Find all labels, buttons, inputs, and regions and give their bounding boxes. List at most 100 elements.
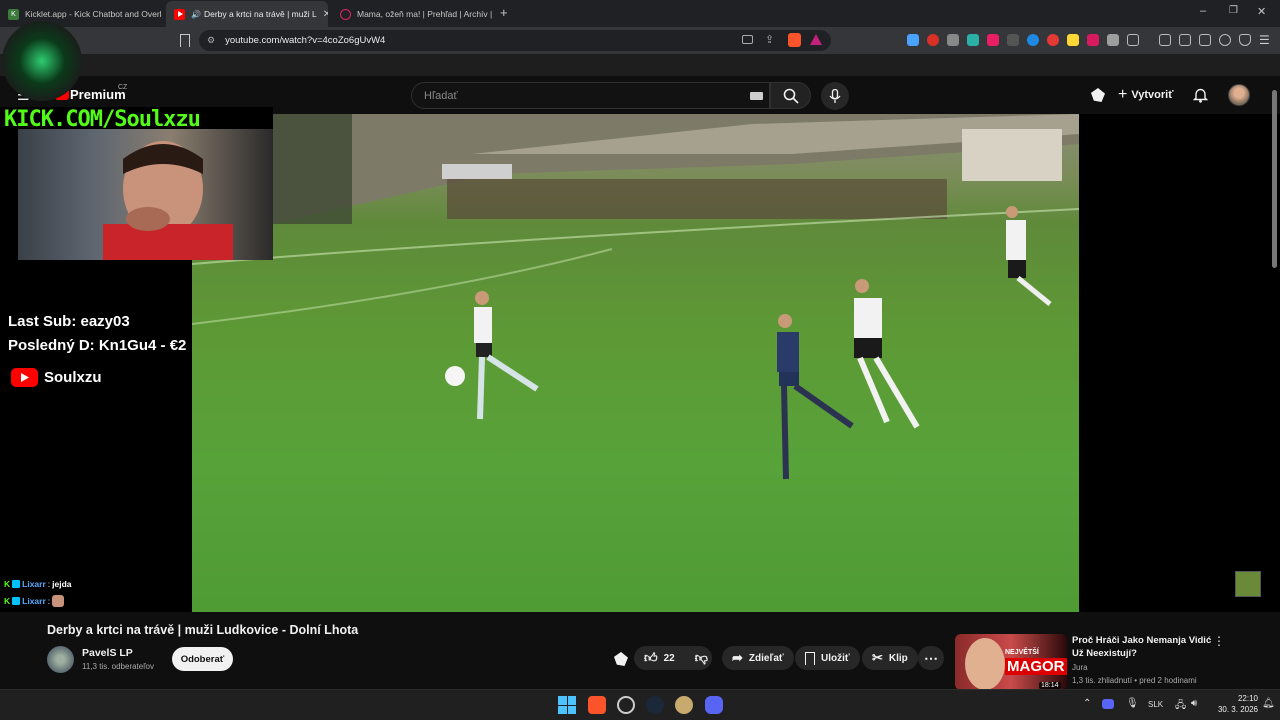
plus-icon: + (1118, 86, 1128, 103)
save-button[interactable]: Uložiť (795, 646, 860, 670)
league-client-icon[interactable] (675, 696, 693, 714)
new-tab-button[interactable]: + (500, 5, 508, 20)
channel-avatar[interactable] (47, 646, 74, 673)
share-label: Zdieľať (748, 652, 784, 664)
gemini-ask-icon[interactable] (614, 652, 628, 666)
chat-username: Lixarr (22, 596, 46, 606)
extension-icon[interactable] (1067, 34, 1079, 46)
bookmarks-gap (0, 54, 1280, 76)
search-button[interactable] (770, 82, 811, 109)
page-scrollbar[interactable] (1272, 90, 1277, 268)
extension-icon[interactable] (967, 34, 979, 46)
maximize-button[interactable]: ❐ (1229, 5, 1238, 16)
minimize-button[interactable]: – (1200, 5, 1206, 17)
extension-icon[interactable] (947, 34, 959, 46)
more-options-icon[interactable]: ⋮ (1213, 634, 1225, 648)
sidebar-icon[interactable] (1179, 34, 1191, 46)
tab-mama-ozen-ma[interactable]: Mama, ožeň ma! | Prehľad | Archív | T (332, 4, 494, 24)
close-tab-icon[interactable]: ✕ (317, 9, 328, 20)
video-info-section: Derby a krtci na trávě | muži Ludkovice … (0, 612, 1280, 690)
overlay-youtube-name: Soulxzu (44, 369, 102, 386)
volume-icon[interactable]: 🔊︎ (1191, 698, 1197, 709)
tab-kicklet[interactable]: K Kicklet.app - Kick Chatbot and Overla (0, 4, 162, 24)
clip-label: Klip (888, 652, 908, 664)
puzzle-extensions-icon[interactable] (1107, 34, 1119, 46)
search-icon (783, 88, 799, 104)
steam-icon[interactable] (646, 696, 664, 714)
brave-rewards-icon[interactable] (810, 34, 822, 45)
extension-icon[interactable] (1027, 34, 1039, 46)
discord-icon[interactable] (705, 696, 723, 714)
clock-time: 22:10 (1237, 694, 1258, 703)
football-match-scene (192, 114, 1079, 480)
like-icon[interactable]: 👍︎ (644, 650, 658, 666)
voice-search-button[interactable] (821, 82, 849, 110)
channel-name[interactable]: PavelS LP (82, 647, 133, 659)
recommended-title[interactable]: Proč Hráči Jako Nemanja Vidić Už Neexist… (1072, 634, 1212, 660)
notifications-bell-icon[interactable] (1193, 87, 1208, 103)
browser-menu-icon[interactable]: ☰ (1259, 33, 1270, 47)
extension-icon[interactable] (907, 34, 919, 46)
archive-favicon-icon (340, 8, 351, 20)
ambient-thumbnail[interactable] (1235, 571, 1261, 597)
vpn-shield-icon[interactable] (1239, 34, 1251, 46)
tray-discord-icon[interactable] (1102, 699, 1114, 709)
player-white-2 (854, 279, 920, 429)
video-frame[interactable] (192, 114, 1079, 612)
webcam-overlay: KICK.COM/Soulxzu (0, 107, 273, 264)
site-info-icon[interactable]: ⚙ (207, 35, 215, 46)
tab-title: Mama, ožeň ma! | Prehľad | Archív | T (357, 9, 494, 19)
subscriber-badge-icon (12, 580, 21, 588)
recommended-channel[interactable]: Jura (1072, 663, 1088, 672)
system-tray-chevron-icon[interactable]: ⌃ (1083, 698, 1091, 709)
network-icon[interactable]: 🖧︎ (1175, 698, 1186, 715)
video-title: Derby a krtci na trávě | muži Ludkovice … (47, 623, 359, 637)
tray-microphone-icon[interactable]: 🎙︎ (1126, 698, 1139, 709)
streamer-logo-avatar (2, 21, 82, 101)
football (445, 366, 465, 386)
notification-center-icon[interactable]: 🔔︎ (1262, 698, 1275, 709)
extension-icon[interactable] (1087, 34, 1099, 46)
dislike-icon[interactable]: 👎︎ (695, 650, 708, 666)
adblock-extension-icon[interactable] (927, 34, 939, 46)
search-input[interactable]: Hľadať (411, 82, 770, 109)
last-sub-label: Last Sub: eazy03 (8, 313, 130, 330)
account-avatar[interactable] (1228, 84, 1250, 106)
screenshot-icon[interactable] (1127, 34, 1139, 46)
extension-icon[interactable] (1007, 34, 1019, 46)
close-window-button[interactable]: ✕ (1257, 5, 1266, 18)
keyboard-icon[interactable] (750, 92, 763, 100)
obs-icon[interactable] (617, 696, 635, 714)
brave-shields-icon[interactable] (788, 33, 801, 47)
tab-youtube-video[interactable]: 🔊 Derby a krtci na trávě | muži L ✕ (166, 1, 328, 27)
clock-date: 30. 3. 2026 (1217, 705, 1258, 714)
extension-icon[interactable] (1047, 34, 1059, 46)
region-code: CZ (118, 84, 128, 91)
clock[interactable]: 22:10 30. 3. 2026 (1206, 693, 1258, 715)
windows-start-icon[interactable] (558, 696, 576, 714)
wallet-icon[interactable] (1199, 34, 1211, 46)
media-controls-icon[interactable] (1159, 34, 1171, 46)
bookmark-icon[interactable] (180, 34, 190, 47)
cast-icon[interactable] (742, 35, 753, 44)
url-field[interactable]: ⚙ youtube.com/watch?v=4coZo6gUvW4 ⇪ (199, 30, 831, 51)
like-count[interactable]: 22 (664, 653, 675, 664)
language-indicator[interactable]: SLK (1148, 700, 1163, 709)
player-blue (777, 314, 854, 480)
more-actions-button[interactable]: ⋯ (918, 646, 944, 670)
extension-icon[interactable] (987, 34, 999, 46)
leo-ai-icon[interactable] (1219, 34, 1231, 46)
share-icon[interactable]: ⇪ (765, 33, 774, 46)
share-button[interactable]: ➦ Zdieľať (722, 646, 794, 670)
gemini-ask-icon[interactable] (1091, 88, 1105, 102)
brave-browser-icon[interactable] (588, 696, 606, 714)
clip-button[interactable]: ✂ Klip (862, 646, 918, 670)
video-duration: 18:14 (1039, 682, 1061, 689)
create-button[interactable]: + Vytvoriť (1118, 86, 1174, 104)
recommended-thumbnail[interactable]: NEJVĚTŠÍ MAGOR 18:14 (955, 634, 1067, 690)
subscribe-button[interactable]: Odoberať (172, 647, 233, 671)
recommended-meta: 1,3 tis. zhliadnutí • pred 2 hodinami (1072, 676, 1197, 685)
overlay-youtube-channel: Soulxzu (11, 368, 102, 387)
scissors-icon: ✂ (872, 650, 883, 665)
share-arrow-icon: ➦ (732, 650, 743, 665)
